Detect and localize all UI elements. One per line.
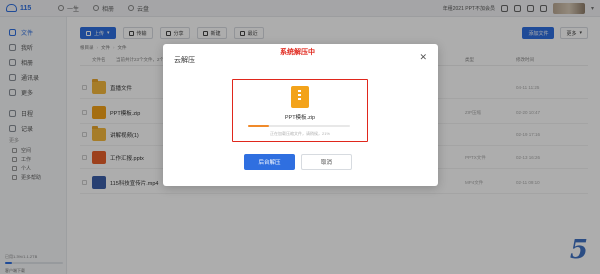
close-icon[interactable]: ✕ [419, 52, 427, 63]
corner-number: 5 [569, 235, 588, 265]
cancel-button[interactable]: 取消 [301, 154, 352, 170]
background-extract-button[interactable]: 后台解压 [244, 154, 295, 170]
zip-file-icon [291, 86, 309, 108]
extract-progress-text: 正在加载压缩文件，请稍候，21% [269, 131, 330, 136]
extract-progress-fill [248, 125, 270, 127]
extract-progress-bar [248, 125, 350, 127]
dialog-title: 云解压 [174, 57, 195, 64]
extract-dialog: 云解压 ✕ 系统解压中 PPT模板.zip 正在加载压缩文件，请稍候，21% 后… [163, 44, 438, 186]
extract-file-name: PPT模板.zip [284, 115, 316, 121]
annotation-label: 系统解压中 [280, 49, 315, 56]
